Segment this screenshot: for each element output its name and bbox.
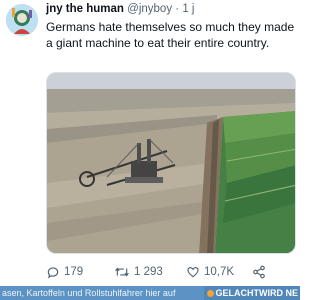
separator: · (175, 3, 180, 15)
retweet-button[interactable]: 1 293 (114, 265, 163, 279)
retweet-count: 1 293 (134, 266, 163, 278)
mine-photo (47, 73, 295, 253)
reply-icon (47, 267, 59, 279)
tweet-image[interactable] (46, 72, 296, 254)
heart-icon (187, 267, 199, 278)
like-count: 10,7K (204, 266, 235, 278)
watermark-banner: asen, Kartoffeln und Rollstuhlfahrer hie… (0, 286, 300, 300)
brand-logo-icon (206, 289, 214, 297)
share-button[interactable] (252, 265, 266, 279)
like-button[interactable]: 10,7K (186, 265, 234, 279)
action-bar: 179 1 293 10,7K (46, 262, 296, 282)
tweet-text: Germans hate themselves so much they mad… (46, 20, 295, 50)
retweet-icon (115, 267, 129, 277)
reply-count: 179 (64, 266, 84, 278)
brand-label: GELACHTWIRD NE (215, 288, 299, 298)
tweet-header: jny the human @jnyboy · 1 j (46, 3, 194, 15)
banner-text: asen, Kartoffeln und Rollstuhlfahrer hie… (2, 288, 176, 298)
avatar[interactable] (6, 4, 38, 36)
brand-badge: GELACHTWIRD NE (203, 286, 300, 300)
handle[interactable]: @jnyboy (127, 3, 172, 15)
timestamp[interactable]: 1 j (182, 3, 194, 15)
tweet-card: jny the human @jnyboy · 1 j Germans hate… (0, 0, 300, 286)
display-name[interactable]: jny the human (46, 3, 124, 15)
reply-button[interactable]: 179 (46, 265, 83, 279)
avatar-graphic (6, 4, 38, 36)
share-icon (253, 265, 265, 279)
